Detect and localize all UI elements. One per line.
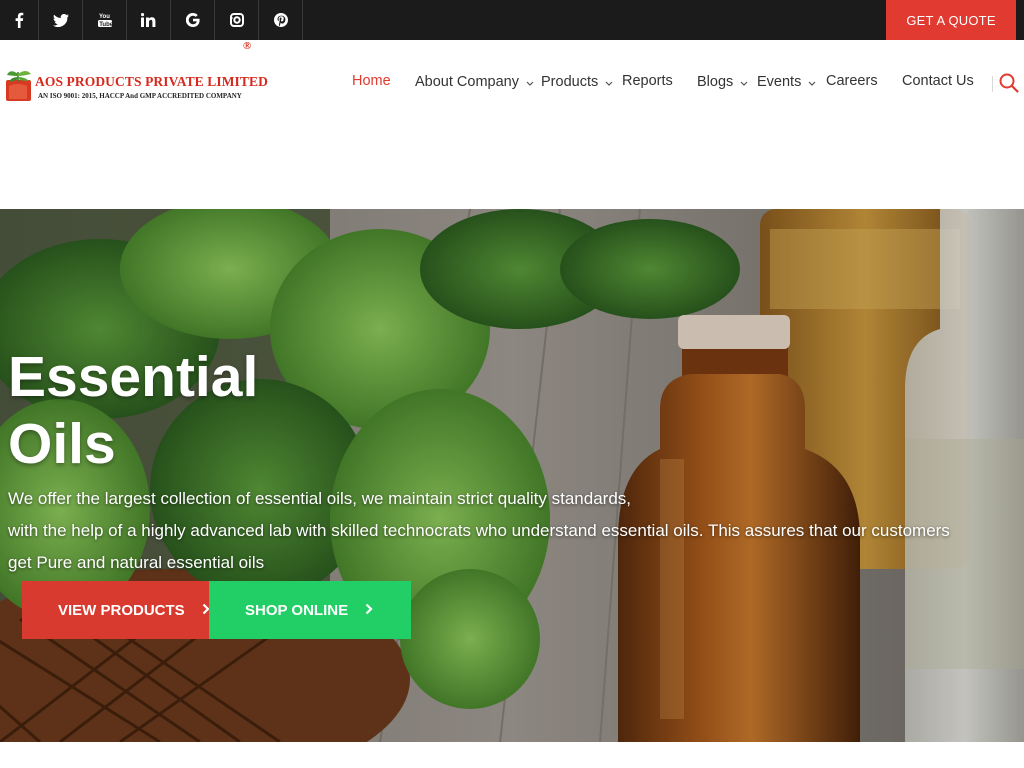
registered-mark: ® — [243, 40, 252, 52]
social-links: You Tube — [0, 0, 303, 40]
chevron-down-icon — [740, 74, 748, 90]
google-icon[interactable] — [171, 0, 215, 40]
nav-products[interactable]: Products — [541, 73, 613, 90]
nav-divider — [992, 76, 993, 92]
hero-description-line-3: get Pure and natural essential oils — [8, 553, 265, 572]
nav-contact-us-label: Contact Us — [902, 73, 974, 89]
hero-description: We offer the largest collection of essen… — [8, 483, 950, 579]
nav-blogs-label: Blogs — [697, 73, 734, 90]
shop-online-label: SHOP ONLINE — [245, 601, 349, 619]
view-products-label: VIEW PRODUCTS — [58, 601, 185, 619]
youtube-icon[interactable]: You Tube — [83, 0, 127, 40]
company-logo[interactable]: AOS PRODUCTS PRIVATE LIMITED AN ISO 9001… — [5, 62, 268, 108]
nav-about-company-label: About Company — [415, 73, 519, 90]
hero-banner: Essential Oils We offer the largest coll… — [0, 209, 1024, 742]
logo-leaf-icon — [5, 68, 33, 108]
nav-home[interactable]: Home — [352, 73, 391, 89]
chevron-down-icon — [605, 74, 613, 90]
facebook-icon[interactable] — [0, 0, 39, 40]
logo-tagline: AN ISO 9001: 2015, HACCP And GMP ACCREDI… — [38, 92, 242, 100]
chevron-down-icon — [808, 74, 816, 90]
nav-events[interactable]: Events — [757, 73, 816, 90]
nav-about-company[interactable]: About Company — [415, 73, 534, 90]
hero-description-line-2: with the help of a highly advanced lab w… — [8, 521, 950, 540]
logo-company-name: AOS PRODUCTS PRIVATE LIMITED — [35, 74, 268, 89]
top-bar: You Tube GET A QUOTE — [0, 0, 1024, 40]
nav-contact-us[interactable]: Contact Us — [902, 73, 974, 89]
search-icon[interactable] — [998, 72, 1020, 94]
nav-blogs[interactable]: Blogs — [697, 73, 748, 90]
shop-online-button[interactable]: SHOP ONLINE — [209, 581, 411, 639]
nav-careers-label: Careers — [826, 73, 878, 89]
nav-careers[interactable]: Careers — [826, 73, 878, 89]
hero-title: Essential Oils — [8, 344, 258, 478]
nav-products-label: Products — [541, 73, 599, 90]
hero-title-line-1: Essential — [8, 345, 259, 409]
nav-reports[interactable]: Reports — [622, 73, 673, 89]
instagram-icon[interactable] — [215, 0, 259, 40]
twitter-icon[interactable] — [39, 0, 83, 40]
svg-text:Tube: Tube — [99, 22, 112, 28]
linkedin-icon[interactable] — [127, 0, 171, 40]
get-a-quote-button[interactable]: GET A QUOTE — [886, 0, 1016, 40]
nav-events-label: Events — [757, 73, 802, 90]
pinterest-icon[interactable] — [259, 0, 303, 40]
nav-reports-label: Reports — [622, 73, 673, 89]
nav-home-label: Home — [352, 73, 391, 89]
hero-title-line-2: Oils — [8, 412, 116, 476]
chevron-right-icon — [365, 602, 373, 619]
site-header: AOS PRODUCTS PRIVATE LIMITED AN ISO 9001… — [0, 40, 1024, 130]
view-products-button[interactable]: VIEW PRODUCTS — [22, 581, 222, 639]
chevron-down-icon — [526, 74, 534, 90]
hero-description-line-1: We offer the largest collection of essen… — [8, 489, 632, 508]
svg-text:You: You — [99, 14, 110, 20]
